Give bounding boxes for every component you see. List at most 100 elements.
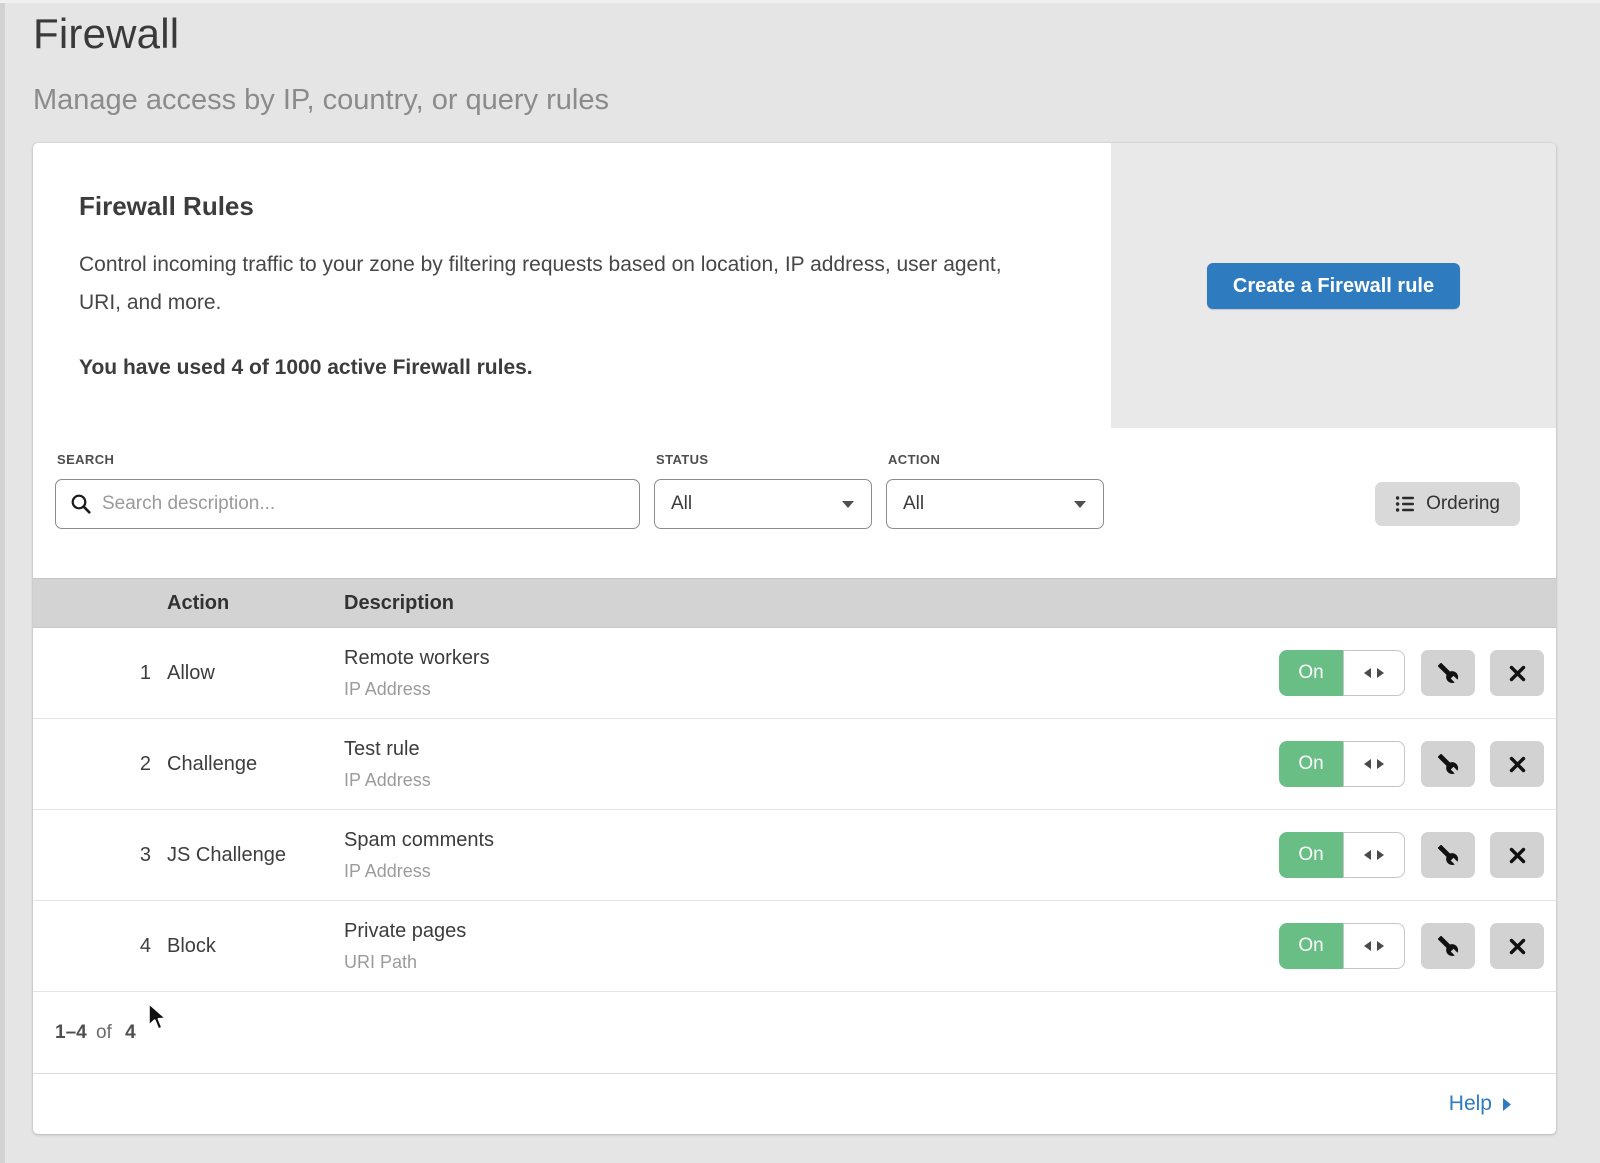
left-right-arrows-icon — [1361, 848, 1387, 862]
rule-match-type: IP Address — [344, 861, 1279, 882]
rules-description: Control incoming traffic to your zone by… — [79, 246, 1039, 322]
rules-usage-note: You have used 4 of 1000 active Firewall … — [79, 356, 1051, 380]
rule-priority: 4 — [33, 935, 167, 958]
rule-controls: On — [1279, 650, 1556, 696]
rule-match-type: URI Path — [344, 952, 1279, 973]
status-filter-group: STATUS All — [654, 452, 872, 529]
status-select[interactable]: All — [654, 479, 872, 529]
left-right-arrows-icon — [1361, 666, 1387, 680]
search-input[interactable] — [55, 479, 640, 529]
rule-controls: On — [1279, 832, 1556, 878]
table-row: 2 Challenge Test rule IP Address On — [33, 719, 1556, 810]
help-row: Help — [33, 1073, 1556, 1134]
toggle-on-segment[interactable]: On — [1279, 923, 1343, 969]
rule-enabled-toggle[interactable]: On — [1279, 923, 1405, 969]
action-filter-group: ACTION All — [886, 452, 1104, 529]
edit-rule-button[interactable] — [1421, 650, 1475, 696]
ordered-list-icon — [1395, 495, 1415, 513]
toggle-on-segment[interactable]: On — [1279, 650, 1343, 696]
ordering-button[interactable]: Ordering — [1375, 482, 1520, 526]
pagination-summary: 1–4 of 4 — [55, 1022, 136, 1044]
left-right-arrows-icon — [1361, 757, 1387, 771]
table-row: 3 JS Challenge Spam comments IP Address … — [33, 810, 1556, 901]
page-title: Firewall — [33, 10, 1600, 58]
action-select[interactable]: All — [886, 479, 1104, 529]
close-icon — [1509, 847, 1526, 864]
toggle-on-segment[interactable]: On — [1279, 832, 1343, 878]
close-icon — [1509, 756, 1526, 773]
close-icon — [1509, 938, 1526, 955]
rule-priority: 2 — [33, 753, 167, 776]
action-column-header: Action — [167, 592, 344, 615]
edit-rule-button[interactable] — [1421, 741, 1475, 787]
help-link-label: Help — [1449, 1092, 1492, 1116]
rule-enabled-toggle[interactable]: On — [1279, 832, 1405, 878]
pagination-total: 4 — [125, 1022, 136, 1043]
pagination-of-label: of — [96, 1022, 112, 1043]
rule-action: JS Challenge — [167, 844, 344, 867]
action-label: ACTION — [888, 452, 1104, 467]
rule-description: Private pages — [344, 920, 1279, 943]
rule-description-cell: Spam comments IP Address — [344, 829, 1279, 882]
create-rule-panel: Create a Firewall rule — [1111, 143, 1556, 428]
table-row: 4 Block Private pages URI Path On — [33, 901, 1556, 992]
rules-heading: Firewall Rules — [79, 191, 1051, 222]
status-select-value: All — [671, 493, 692, 515]
window-edge-top — [0, 0, 1600, 3]
rules-table-body: 1 Allow Remote workers IP Address On — [33, 628, 1556, 992]
toggle-knob[interactable] — [1343, 923, 1405, 969]
help-link[interactable]: Help — [1449, 1092, 1512, 1116]
rules-overview-section: Firewall Rules Control incoming traffic … — [33, 143, 1556, 428]
description-column-header: Description — [344, 592, 1256, 615]
search-label: SEARCH — [57, 452, 640, 467]
ordering-wrap: Ordering — [1375, 452, 1520, 526]
pagination-range: 1–4 — [55, 1022, 87, 1043]
rule-controls: On — [1279, 923, 1556, 969]
left-right-arrows-icon — [1361, 939, 1387, 953]
rule-description: Spam comments — [344, 829, 1279, 852]
toggle-knob[interactable] — [1343, 832, 1405, 878]
page-subtitle: Manage access by IP, country, or query r… — [33, 84, 1600, 117]
rules-info: Firewall Rules Control incoming traffic … — [33, 143, 1111, 428]
rule-description: Remote workers — [344, 647, 1279, 670]
filters-bar: SEARCH STATUS All ACTION All — [33, 428, 1556, 578]
close-icon — [1509, 665, 1526, 682]
rule-description-cell: Private pages URI Path — [344, 920, 1279, 973]
create-firewall-rule-button[interactable]: Create a Firewall rule — [1207, 263, 1460, 309]
rule-priority: 1 — [33, 662, 167, 685]
table-row: 1 Allow Remote workers IP Address On — [33, 628, 1556, 719]
wrench-icon — [1437, 753, 1459, 775]
rule-enabled-toggle[interactable]: On — [1279, 741, 1405, 787]
pagination-row: 1–4 of 4 — [33, 992, 1556, 1073]
status-label: STATUS — [656, 452, 872, 467]
search-input-wrap — [55, 479, 640, 529]
rule-action: Block — [167, 935, 344, 958]
edit-rule-button[interactable] — [1421, 832, 1475, 878]
rule-match-type: IP Address — [344, 770, 1279, 791]
rule-description-cell: Test rule IP Address — [344, 738, 1279, 791]
chevron-down-icon — [1073, 500, 1087, 509]
rule-priority: 3 — [33, 844, 167, 867]
delete-rule-button[interactable] — [1490, 741, 1544, 787]
delete-rule-button[interactable] — [1490, 832, 1544, 878]
window-edge-left — [0, 0, 5, 1163]
rule-action: Challenge — [167, 753, 344, 776]
firewall-rules-card: Firewall Rules Control incoming traffic … — [33, 143, 1556, 1134]
search-filter-group: SEARCH — [55, 452, 640, 529]
chevron-down-icon — [841, 500, 855, 509]
delete-rule-button[interactable] — [1490, 923, 1544, 969]
rule-match-type: IP Address — [344, 679, 1279, 700]
page-header: Firewall Manage access by IP, country, o… — [0, 0, 1600, 117]
toggle-on-segment[interactable]: On — [1279, 741, 1343, 787]
rule-description-cell: Remote workers IP Address — [344, 647, 1279, 700]
delete-rule-button[interactable] — [1490, 650, 1544, 696]
wrench-icon — [1437, 935, 1459, 957]
ordering-button-label: Ordering — [1426, 493, 1500, 515]
toggle-knob[interactable] — [1343, 650, 1405, 696]
toggle-knob[interactable] — [1343, 741, 1405, 787]
rule-description: Test rule — [344, 738, 1279, 761]
rule-enabled-toggle[interactable]: On — [1279, 650, 1405, 696]
search-icon — [70, 493, 92, 515]
wrench-icon — [1437, 844, 1459, 866]
edit-rule-button[interactable] — [1421, 923, 1475, 969]
